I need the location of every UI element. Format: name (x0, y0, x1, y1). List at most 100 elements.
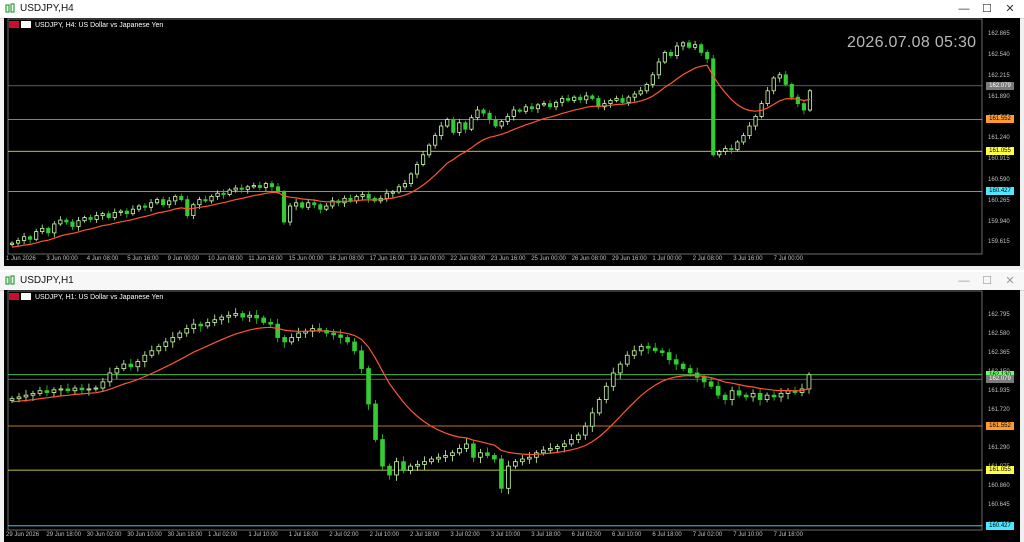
candle-body (747, 125, 752, 136)
candle-body (753, 116, 758, 127)
candle-body (505, 116, 510, 122)
candle-body (487, 112, 492, 120)
candle-body (275, 323, 280, 338)
candle-body (58, 219, 63, 225)
candle-body (136, 205, 142, 210)
candle-body (93, 387, 99, 390)
candle-body (715, 385, 721, 396)
candle-body (764, 394, 770, 400)
candle-body (729, 147, 734, 151)
candle-body (142, 205, 148, 208)
candle-body (384, 192, 389, 199)
candle-body (596, 98, 601, 108)
chart-window-icon (5, 3, 15, 13)
candle-body (666, 352, 672, 361)
candle-body (506, 465, 511, 489)
candle-body (806, 374, 812, 390)
candle-body (402, 183, 407, 188)
time-axis-label: 2 Jul 08:00 (692, 256, 723, 262)
candle-body (534, 452, 539, 458)
candle-body (795, 96, 800, 104)
candle-body (148, 202, 154, 208)
candle-body (82, 217, 87, 222)
candle-body (114, 368, 120, 374)
moving-average-line (11, 326, 810, 456)
time-axis-label: 2 Jul 18:00 (410, 532, 440, 538)
chart-canvas[interactable] (4, 290, 1020, 542)
time-axis-label: 7 Jul 02:00 (692, 532, 723, 538)
candle-body (729, 390, 735, 400)
candle-body (572, 96, 577, 101)
price-chart-h1[interactable]: USDJPY, H1: US Dollar vs Japanese Yen 16… (4, 290, 1020, 542)
candle-body (203, 199, 208, 202)
candle-body (481, 109, 486, 114)
chart-window-icon (5, 275, 15, 285)
price-chart-h4[interactable]: USDJPY, H4: US Dollar vs Japanese Yen 20… (4, 18, 1020, 266)
minimize-button[interactable]: — (955, 273, 973, 289)
candle-body (170, 337, 176, 343)
candle-body (22, 236, 27, 241)
candle-body (445, 119, 450, 127)
price-level-tag: 161.552 (986, 422, 1014, 431)
candle-body (582, 425, 588, 436)
candle-body (268, 322, 274, 325)
candle-body (318, 204, 323, 210)
candle-body (705, 52, 710, 60)
candle-body (342, 197, 347, 204)
candle-body (750, 392, 756, 398)
candle-body (511, 109, 516, 117)
time-axis-label: 4 Jun 08:00 (86, 256, 119, 262)
maximize-button[interactable]: ☐ (978, 273, 996, 289)
candle-body (548, 447, 553, 451)
price-axis-label: 162.795 (988, 311, 1010, 318)
candle-body (662, 52, 667, 63)
candle-body (300, 202, 305, 208)
chart-canvas[interactable] (4, 18, 1020, 266)
close-button[interactable]: ✕ (1001, 273, 1019, 289)
candle-body (475, 109, 480, 119)
candle-body (701, 377, 707, 383)
candle-body (205, 322, 211, 327)
candle-body (673, 359, 679, 365)
candle-body (312, 202, 317, 206)
candle-body (16, 396, 22, 400)
candle-body (638, 90, 643, 95)
candle-body (215, 192, 220, 197)
candle-body (107, 372, 113, 383)
time-axis-label: 7 Jul 10:00 (733, 532, 763, 538)
price-level-tag: 162.079 (986, 81, 1014, 90)
time-axis-label: 6 Jul 10:00 (612, 532, 642, 538)
candle-body (130, 208, 135, 215)
price-axis-label: 161.935 (988, 388, 1010, 395)
minimize-button[interactable]: — (955, 1, 973, 17)
time-axis-label: 30 Jun 18:00 (167, 532, 203, 538)
candle-body (331, 332, 336, 336)
close-button[interactable]: ✕ (1001, 1, 1019, 17)
candle-body (777, 74, 782, 79)
time-axis-label: 11 Jun 16:00 (248, 256, 283, 262)
candle-body (269, 183, 275, 188)
candle-body (603, 385, 609, 400)
window-titlebar[interactable]: USDJPY,H4 — ☐ ✕ (0, 0, 1024, 19)
candle-body (743, 394, 749, 398)
candle-body (156, 345, 162, 352)
candle-body (263, 183, 268, 188)
candle-body (30, 392, 36, 396)
candle-body (245, 186, 250, 190)
time-axis-label: 10 Jun 08:00 (208, 256, 243, 262)
candle-body (167, 200, 172, 206)
window-titlebar[interactable]: USDJPY,H1 — ☐ ✕ (0, 272, 1024, 291)
price-axis-label: 162.540 (988, 52, 1010, 59)
maximize-button[interactable]: ☐ (978, 1, 996, 17)
candle-body (674, 45, 680, 56)
candle-body (584, 95, 589, 101)
candle-body (541, 103, 547, 106)
symbol-header: USDJPY, H1: US Dollar vs Japanese Yen (9, 293, 163, 301)
candle-body (757, 392, 763, 400)
candle-body (72, 387, 78, 392)
candle-body (421, 154, 426, 165)
candle-body (221, 192, 226, 195)
time-axis-label: 3 Jul 18:00 (531, 532, 561, 538)
candle-body (566, 98, 571, 101)
candle-body (106, 213, 111, 218)
